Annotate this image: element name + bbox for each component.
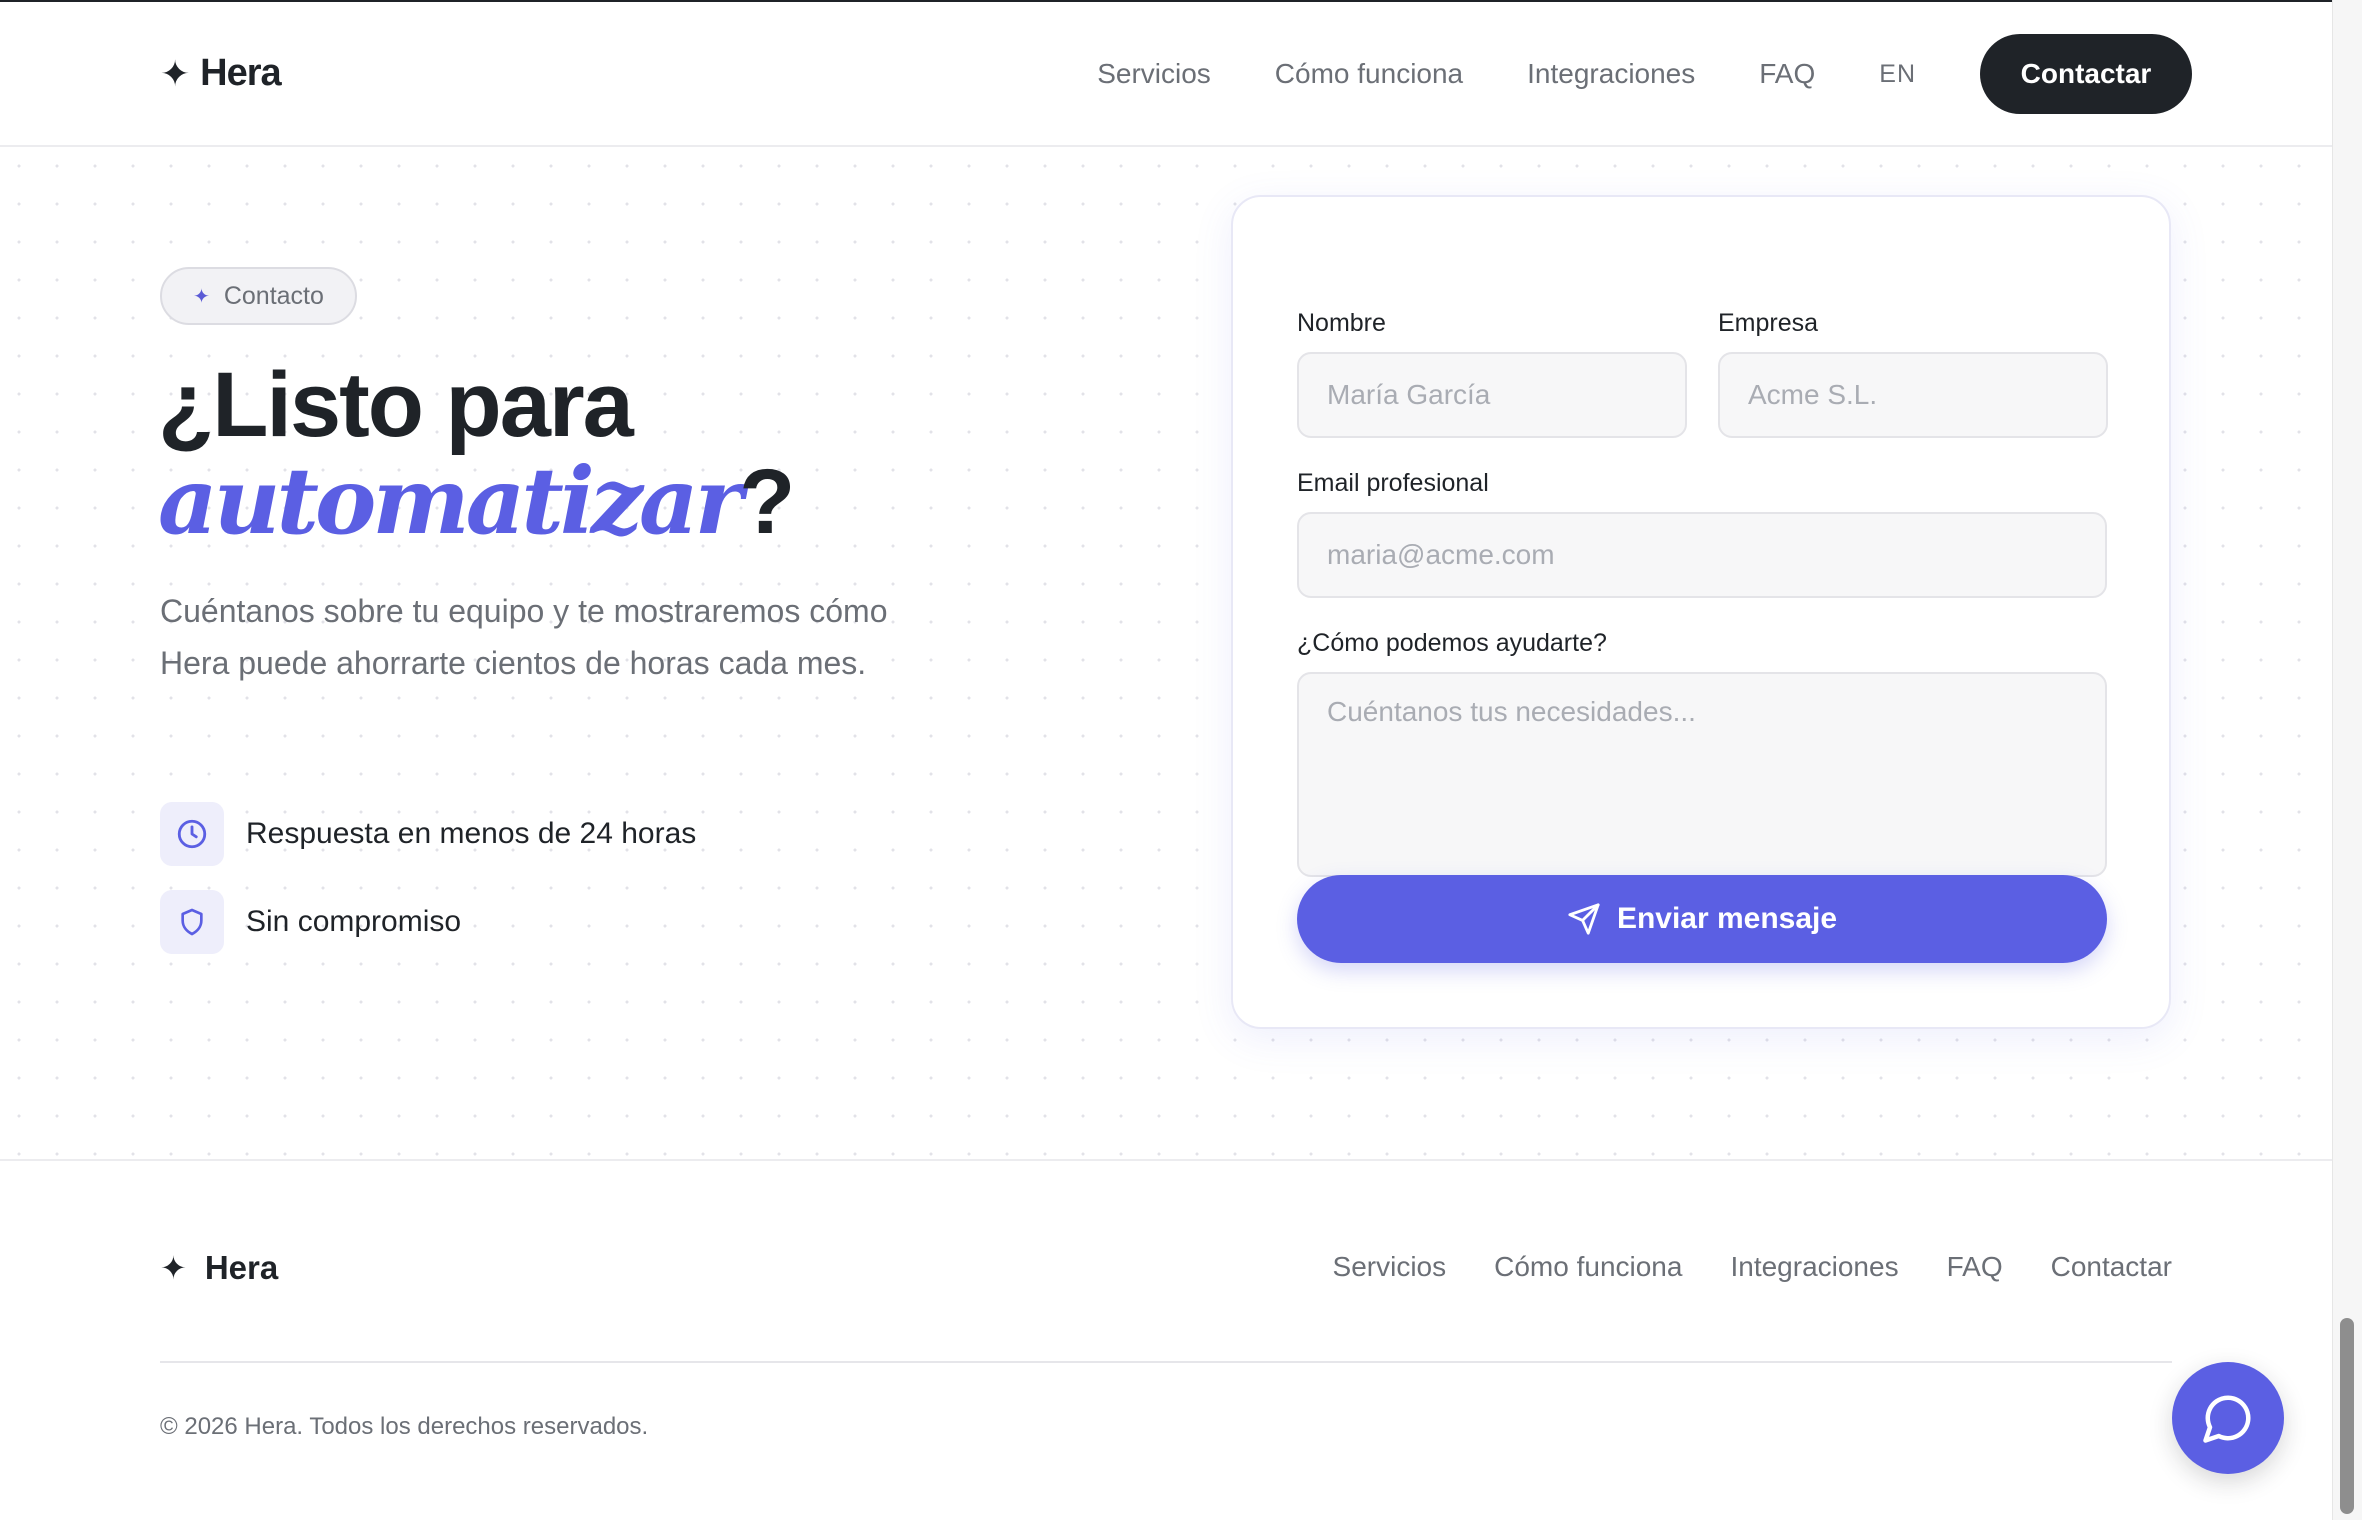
message-label: ¿Cómo podemos ayudarte? <box>1297 629 1607 657</box>
copyright-text: © 2026 Hera. Todos los derechos reservad… <box>160 1413 649 1440</box>
sparkle-icon: ✦ <box>160 52 191 94</box>
email-field[interactable] <box>1297 512 2107 598</box>
language-switch[interactable]: EN <box>1879 60 1916 89</box>
badge-label: Contacto <box>223 281 324 310</box>
chat-bubble-icon <box>2203 1395 2251 1443</box>
message-textarea[interactable] <box>1297 672 2107 877</box>
sparkle-icon: ✦ <box>160 1250 187 1286</box>
nav-link-integraciones[interactable]: Integraciones <box>1527 58 1695 90</box>
footer-link-servicios[interactable]: Servicios <box>1333 1251 1447 1283</box>
feature-item: Sin compromiso <box>160 890 461 954</box>
brand-name: Hera <box>200 52 281 94</box>
nav-link-faq[interactable]: FAQ <box>1759 58 1815 90</box>
footer-link-como-funciona[interactable]: Cómo funciona <box>1494 1251 1682 1283</box>
clock-icon <box>160 802 224 866</box>
send-message-button[interactable]: Enviar mensaje <box>1297 875 2107 963</box>
send-button-label: Enviar mensaje <box>1616 902 1838 935</box>
shield-icon <box>160 890 224 954</box>
contact-section: ✦ Contacto ¿Listo para automatizar? Cuén… <box>0 147 2332 1159</box>
site-header: ✦ Hera Servicios Cómo funciona Integraci… <box>0 2 2332 147</box>
nav-link-como-funciona[interactable]: Cómo funciona <box>1275 58 1463 90</box>
site-footer: ✦ Hera Servicios Cómo funciona Integraci… <box>0 1159 2332 1520</box>
title-accent: automatizar <box>158 447 743 555</box>
chat-button[interactable] <box>2172 1362 2284 1474</box>
nav-link-servicios[interactable]: Servicios <box>1097 58 1211 90</box>
page-title: ¿Listo para automatizar? <box>158 354 795 553</box>
title-line1: ¿Listo para <box>158 354 634 456</box>
company-label: Empresa <box>1718 309 1819 337</box>
footer-brand-name: Hera <box>204 1249 279 1286</box>
lead-text: Cuéntanos sobre tu equipo y te mostrarem… <box>160 593 888 681</box>
footer-nav: Servicios Cómo funciona Integraciones FA… <box>1333 1251 2172 1283</box>
send-icon <box>1568 903 1600 935</box>
scrollbar-thumb[interactable] <box>2340 1318 2354 1514</box>
footer-divider <box>160 1361 2172 1363</box>
brand-logo[interactable]: ✦ Hera <box>160 52 282 95</box>
footer-link-faq[interactable]: FAQ <box>1947 1251 2003 1283</box>
footer-link-contactar[interactable]: Contactar <box>2051 1251 2172 1283</box>
feature-label: Sin compromiso <box>246 905 462 938</box>
section-badge: ✦ Contacto <box>160 267 357 325</box>
company-input[interactable] <box>1718 352 2108 438</box>
name-label: Nombre <box>1297 309 1386 337</box>
feature-label: Respuesta en menos de 24 horas <box>246 817 697 850</box>
feature-item: Respuesta en menos de 24 horas <box>160 802 696 866</box>
footer-brand[interactable]: ✦ Hera <box>160 1249 278 1287</box>
contact-form: Nombre Empresa Email profesional ¿Cómo p… <box>1231 195 2171 1029</box>
footer-link-integraciones[interactable]: Integraciones <box>1730 1251 1898 1283</box>
sparkle-icon: ✦ <box>193 285 210 308</box>
title-suffix: ? <box>739 451 795 553</box>
name-input[interactable] <box>1297 352 1687 438</box>
email-label: Email profesional <box>1297 469 1489 497</box>
main-nav: Servicios Cómo funciona Integraciones FA… <box>1097 34 2192 114</box>
contact-button[interactable]: Contactar <box>1980 34 2192 114</box>
scrollbar-track[interactable] <box>2332 0 2362 1520</box>
